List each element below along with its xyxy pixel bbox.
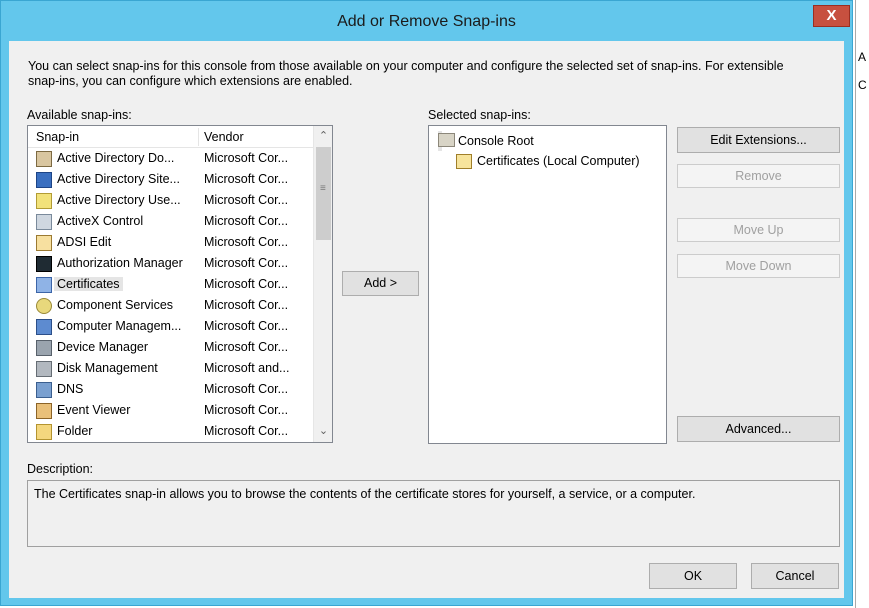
list-item[interactable]: Event Viewer Microsoft Cor...: [28, 400, 313, 421]
list-item[interactable]: ActiveX Control Microsoft Cor...: [28, 211, 313, 232]
dns-icon: [36, 382, 52, 398]
tree-node-certificates[interactable]: Certificates (Local Computer): [456, 152, 656, 172]
snapin-vendor: Microsoft Cor...: [204, 235, 289, 249]
certificates-icon: [456, 154, 472, 169]
close-button[interactable]: X: [813, 5, 850, 27]
snapin-vendor: Microsoft Cor...: [204, 319, 289, 333]
snapin-name: Authorization Manager: [57, 256, 183, 270]
snapin-name: ActiveX Control: [57, 214, 144, 228]
snapin-vendor: Microsoft Cor...: [204, 403, 289, 417]
disk-management-icon: [36, 361, 52, 377]
snapin-vendor: Microsoft Cor...: [204, 256, 289, 270]
selected-snapins-tree[interactable]: Console Root Certificates (Local Compute…: [428, 125, 667, 444]
list-item[interactable]: Authorization Manager Microsoft Cor...: [28, 253, 313, 274]
tree-node-label: Certificates (Local Computer): [477, 154, 640, 168]
list-item[interactable]: Component Services Microsoft Cor...: [28, 295, 313, 316]
remove-button[interactable]: Remove: [677, 164, 840, 188]
snapin-vendor: Microsoft Cor...: [204, 340, 289, 354]
advanced-button[interactable]: Advanced...: [677, 416, 840, 442]
authorization-manager-icon: [36, 256, 52, 272]
snapin-vendor: Microsoft Cor...: [204, 214, 289, 228]
snapin-name: Component Services: [57, 298, 174, 312]
selected-snapins-label: Selected snap-ins:: [428, 108, 531, 122]
snapin-name: Certificates: [54, 277, 123, 291]
list-item[interactable]: Active Directory Use... Microsoft Cor...: [28, 190, 313, 211]
snapin-vendor: Microsoft Cor...: [204, 172, 289, 186]
window-title: Add or Remove Snap-ins: [337, 13, 516, 30]
device-manager-icon: [36, 340, 52, 356]
certificates-icon: [36, 277, 52, 293]
folder-icon: [36, 424, 52, 440]
vertical-scrollbar[interactable]: ⌃ ≡ ⌄: [313, 126, 332, 442]
snapin-name: Folder: [57, 424, 93, 438]
list-item-selected[interactable]: Certificates Microsoft Cor...: [28, 274, 313, 295]
add-button[interactable]: Add >: [342, 271, 419, 296]
background-window-edge: A C: [855, 0, 869, 608]
tree-node-label: Console Root: [458, 134, 534, 148]
background-window-char: C: [858, 78, 867, 92]
snapin-vendor: Microsoft Cor...: [204, 382, 289, 396]
snapin-vendor: Microsoft Cor...: [204, 193, 289, 207]
edit-extensions-button[interactable]: Edit Extensions...: [677, 127, 840, 153]
component-services-icon: [36, 298, 52, 314]
column-header-snapin[interactable]: Snap-in: [36, 130, 79, 144]
active-directory-sites-icon: [36, 172, 52, 188]
available-snapins-list[interactable]: Snap-in Vendor Active Directory Do... Mi…: [27, 125, 333, 443]
list-item[interactable]: Disk Management Microsoft and...: [28, 358, 313, 379]
intro-text: You can select snap-ins for this console…: [28, 59, 784, 88]
scroll-down-arrow-icon[interactable]: ⌄: [315, 423, 332, 440]
column-divider[interactable]: [198, 128, 199, 146]
list-header: Snap-in Vendor: [28, 126, 313, 148]
tree-node-console-root[interactable]: Console Root: [438, 131, 534, 151]
snapin-dialog: Add or Remove Snap-ins X You can select …: [0, 0, 853, 606]
activex-control-icon: [36, 214, 52, 230]
snapin-name: DNS: [57, 382, 84, 396]
title-bar[interactable]: Add or Remove Snap-ins X: [1, 1, 852, 39]
snapin-name: ADSI Edit: [57, 235, 112, 249]
cancel-button[interactable]: Cancel: [751, 563, 839, 589]
active-directory-domains-icon: [36, 151, 52, 167]
scroll-up-arrow-icon[interactable]: ⌃: [315, 128, 332, 145]
snapin-name: Event Viewer: [57, 403, 131, 417]
list-item[interactable]: Computer Managem... Microsoft Cor...: [28, 316, 313, 337]
computer-management-icon: [36, 319, 52, 335]
dialog-client-area: You can select snap-ins for this console…: [9, 41, 844, 598]
move-up-button[interactable]: Move Up: [677, 218, 840, 242]
snapin-name: Device Manager: [57, 340, 149, 354]
active-directory-users-icon: [36, 193, 52, 209]
background-window-char: A: [858, 50, 867, 64]
list-item[interactable]: Device Manager Microsoft Cor...: [28, 337, 313, 358]
snapin-vendor: Microsoft and...: [204, 361, 290, 375]
event-viewer-icon: [36, 403, 52, 419]
description-label: Description:: [27, 462, 93, 476]
available-snapins-label: Available snap-ins:: [27, 108, 132, 122]
list-item[interactable]: DNS Microsoft Cor...: [28, 379, 313, 400]
snapin-name: Active Directory Use...: [57, 193, 181, 207]
scrollbar-thumb[interactable]: ≡: [316, 147, 331, 240]
list-item[interactable]: Folder Microsoft Cor...: [28, 421, 313, 442]
console-root-folder-icon: [438, 133, 455, 147]
grip-icon: ≡: [320, 183, 326, 194]
snapin-vendor: Microsoft Cor...: [204, 151, 289, 165]
description-box: The Certificates snap-in allows you to b…: [27, 480, 840, 547]
column-header-vendor[interactable]: Vendor: [204, 130, 244, 144]
list-item[interactable]: ADSI Edit Microsoft Cor...: [28, 232, 313, 253]
snapin-name: Active Directory Do...: [57, 151, 175, 165]
snapin-vendor: Microsoft Cor...: [204, 298, 289, 312]
adsi-edit-icon: [36, 235, 52, 251]
snapin-name: Disk Management: [57, 361, 158, 375]
snapin-vendor: Microsoft Cor...: [204, 277, 289, 291]
list-item[interactable]: Active Directory Site... Microsoft Cor..…: [28, 169, 313, 190]
move-down-button[interactable]: Move Down: [677, 254, 840, 278]
snapin-vendor: Microsoft Cor...: [204, 424, 289, 438]
snapin-name: Active Directory Site...: [57, 172, 180, 186]
snapin-name: Computer Managem...: [57, 319, 182, 333]
list-item[interactable]: Active Directory Do... Microsoft Cor...: [28, 148, 313, 169]
description-text: The Certificates snap-in allows you to b…: [34, 487, 696, 501]
ok-button[interactable]: OK: [649, 563, 737, 589]
